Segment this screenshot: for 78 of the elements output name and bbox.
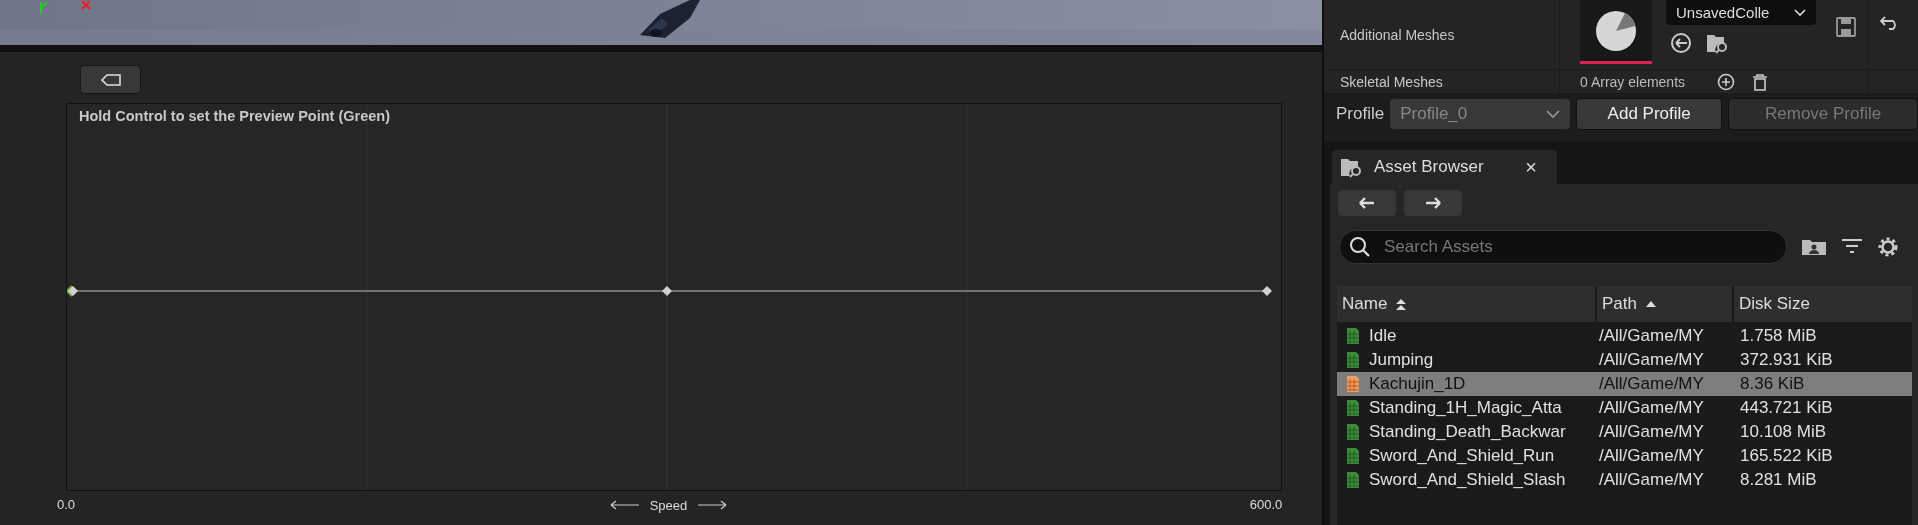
asset-size: 8.281 MiB bbox=[1739, 470, 1817, 490]
sample-point[interactable] bbox=[68, 286, 78, 296]
asset-name: Standing_1H_Magic_Atta bbox=[1369, 398, 1562, 418]
asset-row[interactable]: Jumping /All/Game/MY 372.931 KiB bbox=[1337, 348, 1912, 372]
asset-row[interactable]: Idle /All/Game/MY 1.758 MiB bbox=[1337, 324, 1912, 348]
preview-point-marker bbox=[67, 285, 73, 297]
asset-path: /All/Game/MY bbox=[1598, 446, 1705, 466]
panel-tab[interactable]: Asset Browser × bbox=[1332, 150, 1557, 184]
file-icon bbox=[1346, 423, 1360, 441]
settings-icon[interactable] bbox=[1877, 236, 1899, 258]
asset-name: Jumping bbox=[1369, 350, 1434, 370]
asset-name: Sword_And_Shield_Run bbox=[1369, 446, 1555, 466]
back-button[interactable] bbox=[1338, 190, 1396, 216]
column-header[interactable]: Name bbox=[1337, 286, 1597, 322]
asset-size: 443.721 KiB bbox=[1739, 398, 1833, 418]
folder-icon[interactable] bbox=[1801, 238, 1827, 256]
sample-point[interactable] bbox=[1262, 286, 1272, 296]
axis-tick-label: 600.0 bbox=[1249, 497, 1283, 512]
sample-point[interactable] bbox=[662, 286, 672, 296]
chevron-down-icon bbox=[1546, 109, 1561, 119]
asset-row[interactable]: Kachujin_1D /All/Game/MY 8.36 KiB bbox=[1337, 372, 1912, 396]
asset-name: Standing_Death_Backwar bbox=[1369, 422, 1566, 442]
left-arrow-icon bbox=[1358, 196, 1376, 210]
asset-size: 372.931 KiB bbox=[1739, 350, 1833, 370]
axis-title: Speed bbox=[649, 497, 688, 513]
file-icon bbox=[1346, 399, 1360, 417]
close-button[interactable]: × bbox=[1525, 155, 1537, 179]
asset-size: 10.108 MiB bbox=[1739, 422, 1826, 442]
filter-icon[interactable] bbox=[1841, 238, 1863, 256]
chevron-down-icon bbox=[1794, 8, 1806, 17]
profile-button[interactable]: Add Profile bbox=[1576, 98, 1723, 130]
save-icon[interactable] bbox=[1835, 16, 1857, 38]
column-header[interactable]: Disk Size bbox=[1734, 286, 1912, 322]
asset-thumbnail[interactable] bbox=[1580, 0, 1652, 64]
asset-row[interactable]: Sword_And_Shield_Run /All/Game/MY 165.522 KiB bbox=[1337, 444, 1912, 468]
asset-size: 1.758 MiB bbox=[1739, 326, 1817, 346]
asset-path: /All/Game/MY bbox=[1598, 350, 1705, 370]
hint-text: Hold Control to set the Preview Point (Green) bbox=[79, 108, 390, 124]
asset-path: /All/Game/MY bbox=[1598, 374, 1705, 394]
asset-size: 165.522 KiB bbox=[1739, 446, 1833, 466]
use-selected-icon[interactable] bbox=[1670, 32, 1692, 54]
asset-name: Idle bbox=[1369, 326, 1397, 346]
grid-file-icon bbox=[1346, 375, 1360, 393]
trash-icon[interactable] bbox=[1751, 72, 1770, 91]
asset-dropdown[interactable]: UnsavedColle bbox=[1666, 0, 1816, 25]
tab-title: Asset Browser bbox=[1374, 157, 1485, 177]
property-label: Skeletal Meshes bbox=[1340, 73, 1443, 90]
file-icon bbox=[1346, 447, 1360, 465]
folder-search-icon bbox=[1340, 156, 1364, 178]
tag-icon bbox=[100, 73, 121, 86]
asset-path: /All/Game/MY bbox=[1598, 422, 1705, 442]
sort-ascending-icon bbox=[1645, 300, 1657, 308]
search-field[interactable]: Search Assets bbox=[1339, 230, 1787, 264]
asset-row[interactable]: Standing_Death_Backwar /All/Game/MY 10.108 MiB bbox=[1337, 420, 1912, 444]
asset-path: /All/Game/MY bbox=[1598, 398, 1705, 418]
asset-row[interactable]: Sword_And_Shield_Slash /All/Game/MY 8.281 MiB bbox=[1337, 468, 1912, 492]
column-header[interactable]: Path bbox=[1597, 286, 1734, 322]
asset-path: /All/Game/MY bbox=[1598, 326, 1705, 346]
asset-name: Sword_And_Shield_Slash bbox=[1369, 470, 1566, 490]
property-label: Additional Meshes bbox=[1340, 26, 1455, 43]
forward-button[interactable] bbox=[1404, 190, 1462, 216]
asset-name: Kachujin_1D bbox=[1369, 374, 1466, 394]
right-arrow-icon bbox=[697, 500, 728, 510]
field-label: Profile bbox=[1336, 104, 1385, 124]
array-count: 0 Array elements bbox=[1580, 73, 1686, 90]
asset-row[interactable]: Standing_1H_Magic_Atta /All/Game/MY 443.721 KiB bbox=[1337, 396, 1912, 420]
sort-icon bbox=[1395, 297, 1408, 311]
left-arrow-icon bbox=[609, 500, 640, 510]
file-icon bbox=[1346, 351, 1360, 369]
asset-size: 8.36 KiB bbox=[1739, 374, 1805, 394]
file-icon bbox=[1346, 471, 1360, 489]
search-icon bbox=[1349, 236, 1371, 258]
add-icon[interactable] bbox=[1717, 72, 1736, 91]
right-arrow-icon bbox=[1424, 196, 1442, 210]
label-button[interactable] bbox=[80, 65, 141, 94]
file-icon bbox=[1346, 327, 1360, 345]
axis-tick-label: 0.0 bbox=[56, 497, 76, 512]
asset-path: /All/Game/MY bbox=[1598, 470, 1705, 490]
